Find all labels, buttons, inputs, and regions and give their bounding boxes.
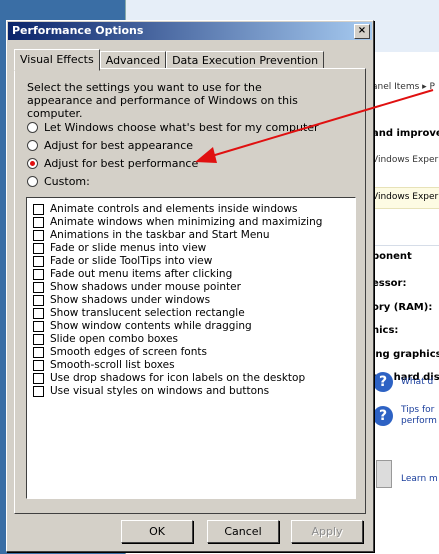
effect-item[interactable]: Animations in the taskbar and Start Menu [33, 229, 270, 241]
background-link[interactable]: What d [401, 377, 433, 387]
close-button[interactable]: × [354, 24, 370, 39]
effect-item[interactable]: Fade out menu items after clicking [33, 268, 232, 280]
checkbox[interactable] [33, 294, 44, 306]
checkbox[interactable] [33, 372, 44, 384]
performance-options-dialog: Performance Options × Visual Effects Adv… [6, 20, 374, 552]
effect-item[interactable]: Use drop shadows for icon labels on the … [33, 372, 305, 384]
checkbox[interactable] [33, 255, 44, 267]
effect-item[interactable]: Use visual styles on windows and buttons [33, 385, 269, 397]
radio-button[interactable] [27, 122, 38, 133]
effect-label: Animations in the taskbar and Start Menu [50, 229, 270, 241]
effect-item[interactable]: Fade or slide ToolTips into view [33, 255, 212, 267]
background-row: ory (RAM): [372, 302, 433, 313]
effect-item[interactable]: Fade or slide menus into view [33, 242, 206, 254]
effect-label: Use visual styles on windows and buttons [50, 385, 270, 397]
checkbox[interactable] [33, 346, 44, 358]
background-link[interactable]: Learn m [401, 474, 438, 484]
background-row: ponent [372, 251, 412, 262]
radio-best-appearance[interactable]: Adjust for best appearance [27, 139, 193, 152]
dialog-title: Performance Options [12, 24, 144, 37]
visual-effects-panel: Select the settings you want to use for … [14, 68, 366, 514]
checkbox[interactable] [33, 385, 44, 397]
background-row: essor: [372, 278, 407, 289]
effect-label: Smooth-scroll list boxes [50, 359, 175, 371]
effect-label: Animate controls and elements inside win… [50, 203, 298, 215]
radio-let-windows-choose[interactable]: Let Windows choose what's best for my co… [27, 121, 319, 134]
radio-custom[interactable]: Custom: [27, 175, 90, 188]
effect-label: Fade or slide ToolTips into view [50, 255, 213, 267]
background-heading: and improve [372, 128, 439, 139]
background-breadcrumb[interactable]: anel Items ▸ P [372, 82, 435, 92]
document-icon [376, 460, 392, 488]
ok-button[interactable]: OK [121, 520, 193, 543]
background-link[interactable]: perform [401, 416, 437, 426]
radio-button[interactable] [27, 176, 38, 187]
effect-label: Fade or slide menus into view [50, 242, 207, 254]
background-row: ing graphics: [372, 349, 439, 360]
background-row: hics: [372, 325, 399, 336]
checkbox[interactable] [33, 333, 44, 345]
effect-item[interactable]: Show window contents while dragging [33, 320, 252, 332]
checkbox[interactable] [33, 307, 44, 319]
checkbox[interactable] [33, 203, 44, 215]
effect-item[interactable]: Smooth-scroll list boxes [33, 359, 175, 371]
effect-item[interactable]: Show shadows under mouse pointer [33, 281, 241, 293]
background-highlight-text: Vindows Exper [372, 192, 439, 202]
checkbox[interactable] [33, 242, 44, 254]
checkbox[interactable] [33, 268, 44, 280]
effect-label: Show shadows under windows [50, 294, 211, 306]
background-link[interactable]: Tips for [401, 405, 434, 415]
checkbox[interactable] [33, 320, 44, 332]
background-separator [370, 245, 439, 246]
radio-label: Let Windows choose what's best for my co… [44, 121, 319, 134]
effect-label: Show window contents while dragging [50, 320, 252, 332]
effect-label: Smooth edges of screen fonts [50, 346, 207, 358]
checkbox[interactable] [33, 216, 44, 228]
effect-label: Show translucent selection rectangle [50, 307, 245, 319]
effect-label: Animate windows when minimizing and maxi… [50, 216, 323, 228]
help-question-icon: ? [373, 406, 393, 426]
radio-label: Adjust for best appearance [44, 139, 194, 152]
checkbox[interactable] [33, 229, 44, 241]
effect-label: Fade out menu items after clicking [50, 268, 233, 280]
radio-label: Adjust for best performance [44, 157, 199, 170]
radio-button-selected[interactable] [27, 158, 38, 169]
tab-visual-effects[interactable]: Visual Effects [14, 49, 100, 71]
tab-strip: Visual Effects Advanced Data Execution P… [14, 49, 325, 71]
background-line: Vindows Experi [372, 155, 439, 165]
effect-label: Use drop shadows for icon labels on the … [50, 372, 306, 384]
effect-label: Show shadows under mouse pointer [50, 281, 241, 293]
effect-label: Slide open combo boxes [50, 333, 178, 345]
checkbox[interactable] [33, 281, 44, 293]
title-bar[interactable]: Performance Options × [8, 22, 372, 40]
effects-list[interactable]: Animate controls and elements inside win… [26, 197, 356, 499]
radio-label: Custom: [44, 175, 90, 188]
effect-item[interactable]: Show shadows under windows [33, 294, 210, 306]
radio-best-performance[interactable]: Adjust for best performance [27, 157, 198, 170]
settings-description: Select the settings you want to use for … [27, 81, 298, 120]
radio-button[interactable] [27, 140, 38, 151]
effect-item[interactable]: Smooth edges of screen fonts [33, 346, 207, 358]
checkbox[interactable] [33, 359, 44, 371]
help-question-icon: ? [373, 372, 393, 392]
effect-item[interactable]: Show translucent selection rectangle [33, 307, 245, 319]
effect-item[interactable]: Slide open combo boxes [33, 333, 178, 345]
effect-item[interactable]: Animate windows when minimizing and maxi… [33, 216, 322, 228]
cancel-button[interactable]: Cancel [207, 520, 279, 543]
apply-button[interactable]: Apply [291, 520, 363, 543]
effect-item[interactable]: Animate controls and elements inside win… [33, 203, 297, 215]
